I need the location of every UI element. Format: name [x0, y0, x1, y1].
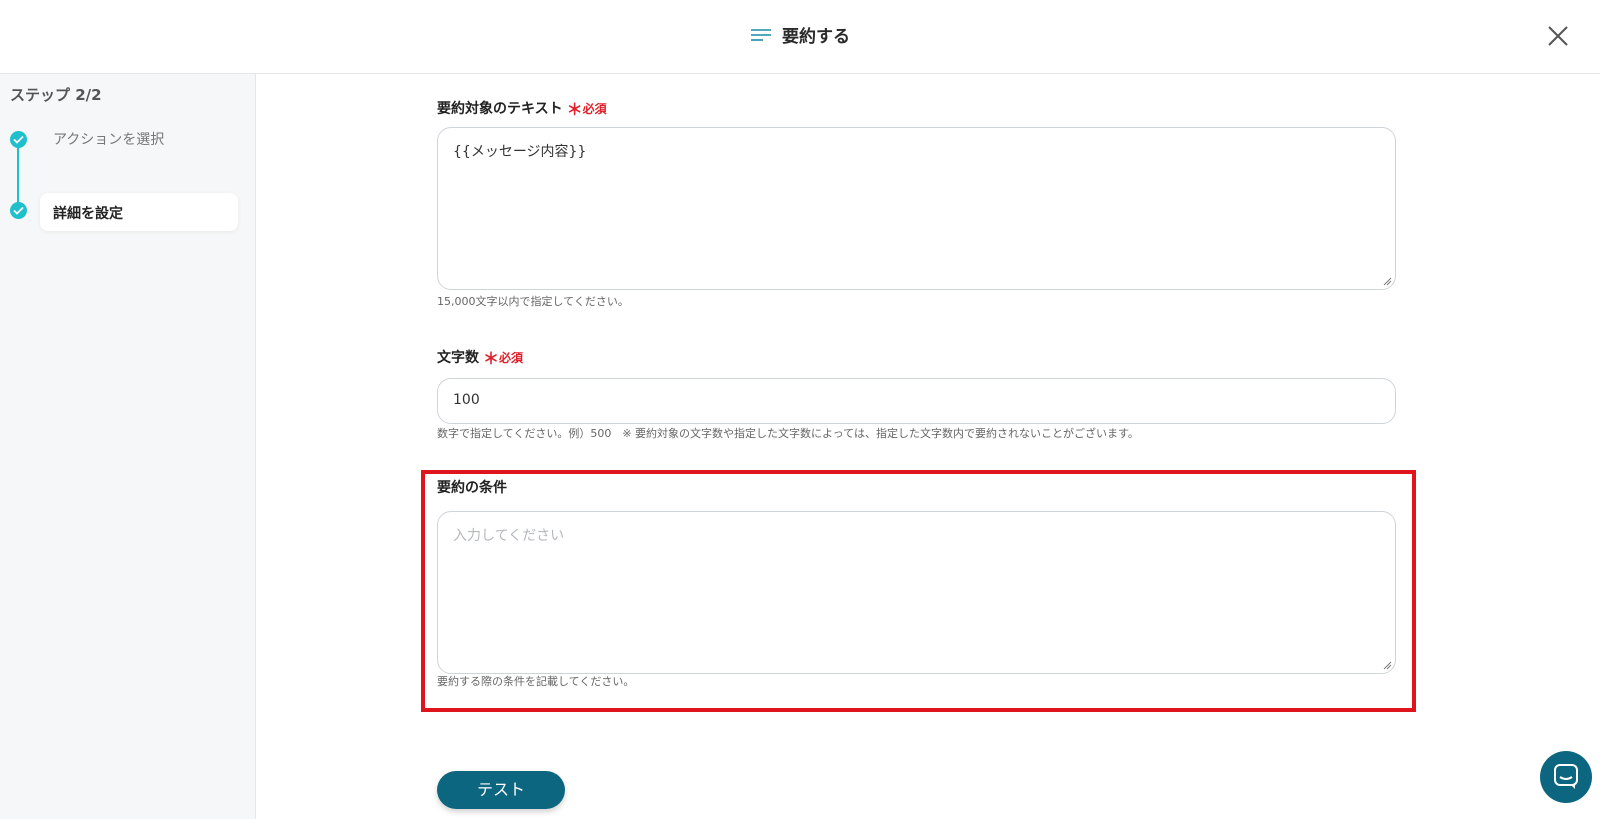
modal-header: 要約する — [0, 0, 1600, 74]
target-text-help: 15,000文字以内で指定してください。 — [437, 295, 629, 308]
conditions-textarea[interactable]: 入力してください — [437, 511, 1396, 674]
char-count-help: 数字で指定してください。例）500 ※ 要約対象の文字数や指定した文字数によって… — [437, 427, 1139, 440]
target-text-label: 要約対象のテキスト ＊必須 — [437, 100, 607, 119]
close-icon — [1548, 26, 1568, 46]
step-sidebar: ステップ 2/2 アクションを選択 詳細を設定 — [0, 74, 256, 819]
step-counter: ステップ 2/2 — [10, 86, 102, 104]
step-item-label: アクションを選択 — [53, 132, 165, 148]
close-button[interactable] — [1544, 22, 1572, 50]
conditions-help: 要約する際の条件を記載してください。 — [437, 675, 635, 688]
resize-handle-icon[interactable] — [1383, 277, 1392, 286]
conditions-label: 要約の条件 — [437, 480, 507, 496]
required-badge: ＊必須 — [566, 100, 607, 119]
target-text-textarea[interactable]: {{メッセージ内容}} — [437, 127, 1396, 290]
chat-support-button[interactable] — [1540, 751, 1592, 803]
check-icon — [10, 202, 27, 219]
char-count-input[interactable]: 100 — [437, 378, 1396, 424]
text-lines-icon — [751, 28, 771, 41]
modal-title-text: 要約する — [782, 27, 850, 47]
step-item-label: 詳細を設定 — [53, 206, 123, 222]
step-item-set-details[interactable]: 詳細を設定 — [40, 193, 238, 231]
test-button[interactable]: テスト — [437, 771, 565, 809]
step-item-select-action[interactable]: アクションを選択 — [40, 119, 238, 157]
chat-icon — [1554, 764, 1578, 789]
form-area: 要約対象のテキスト ＊必須 {{メッセージ内容}} 15,000文字以内で指定して… — [256, 74, 1600, 819]
resize-handle-icon[interactable] — [1383, 661, 1392, 670]
required-badge: ＊必須 — [483, 349, 524, 368]
check-icon — [10, 131, 27, 148]
char-count-label: 文字数 ＊必須 — [437, 349, 524, 368]
modal-title: 要約する — [0, 22, 1600, 47]
